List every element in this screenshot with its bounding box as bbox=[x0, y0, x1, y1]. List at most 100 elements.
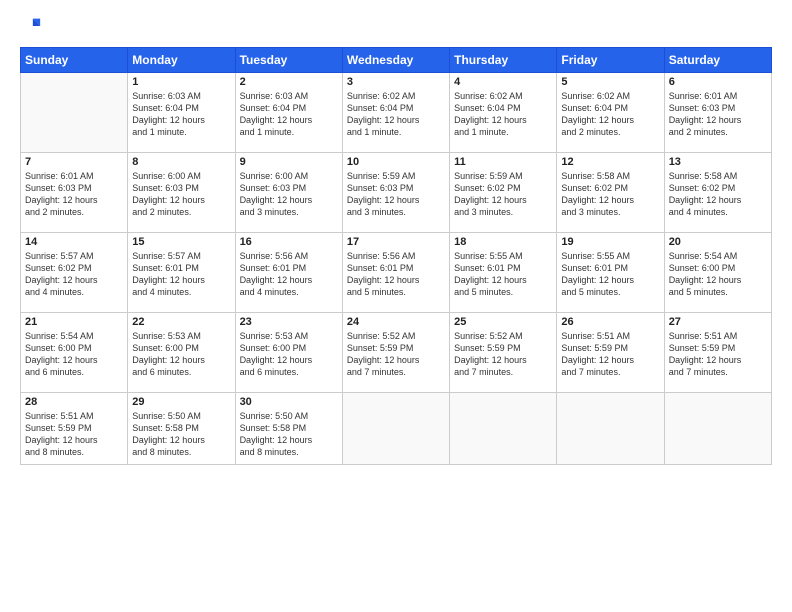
day-number: 5 bbox=[561, 76, 659, 88]
day-number: 7 bbox=[25, 156, 123, 168]
day-number: 17 bbox=[347, 236, 445, 248]
day-info: Sunrise: 6:00 AMSunset: 6:03 PMDaylight:… bbox=[132, 170, 230, 219]
day-info: Sunrise: 5:52 AMSunset: 5:59 PMDaylight:… bbox=[454, 330, 552, 379]
logo bbox=[20, 15, 46, 37]
week-row-5: 28 Sunrise: 5:51 AMSunset: 5:59 PMDayligh… bbox=[21, 393, 772, 465]
calendar-cell: 20Sunrise: 5:54 AMSunset: 6:00 PMDayligh… bbox=[664, 233, 771, 313]
calendar-cell: 14Sunrise: 5:57 AMSunset: 6:02 PMDayligh… bbox=[21, 233, 128, 313]
week-row-2: 7 Sunrise: 6:01 AMSunset: 6:03 PMDaylight… bbox=[21, 153, 772, 233]
day-number: 3 bbox=[347, 76, 445, 88]
day-info: Sunrise: 5:50 AMSunset: 5:58 PMDaylight:… bbox=[132, 410, 230, 459]
calendar-cell: 17 Sunrise: 5:56 AMSunset: 6:01 PMDayligh… bbox=[342, 233, 449, 313]
day-info: Sunrise: 5:54 AMSunset: 6:00 PMDaylight:… bbox=[25, 330, 123, 379]
calendar-cell: 2Sunrise: 6:03 AMSunset: 6:04 PMDaylight… bbox=[235, 73, 342, 153]
calendar-cell: 21 Sunrise: 5:54 AMSunset: 6:00 PMDayligh… bbox=[21, 313, 128, 393]
calendar-cell: 6Sunrise: 6:01 AMSunset: 6:03 PMDaylight… bbox=[664, 73, 771, 153]
day-info: Sunrise: 5:56 AMSunset: 6:01 PMDaylight:… bbox=[240, 250, 338, 299]
week-row-3: 14Sunrise: 5:57 AMSunset: 6:02 PMDayligh… bbox=[21, 233, 772, 313]
calendar-cell: 8 Sunrise: 6:00 AMSunset: 6:03 PMDaylight… bbox=[128, 153, 235, 233]
day-number: 22 bbox=[132, 316, 230, 328]
day-number: 11 bbox=[454, 156, 552, 168]
day-info: Sunrise: 5:59 AMSunset: 6:03 PMDaylight:… bbox=[347, 170, 445, 219]
day-number: 13 bbox=[669, 156, 767, 168]
day-info: Sunrise: 6:03 AMSunset: 6:04 PMDaylight:… bbox=[132, 90, 230, 139]
day-info: Sunrise: 5:51 AMSunset: 5:59 PMDaylight:… bbox=[561, 330, 659, 379]
day-number: 21 bbox=[25, 316, 123, 328]
weekday-header-friday: Friday bbox=[557, 48, 664, 73]
day-info: Sunrise: 5:51 AMSunset: 5:59 PMDaylight:… bbox=[669, 330, 767, 379]
day-number: 14 bbox=[25, 236, 123, 248]
day-number: 28 bbox=[25, 396, 123, 408]
day-info: Sunrise: 5:55 AMSunset: 6:01 PMDaylight:… bbox=[561, 250, 659, 299]
day-info: Sunrise: 5:59 AMSunset: 6:02 PMDaylight:… bbox=[454, 170, 552, 219]
weekday-header-row: SundayMondayTuesdayWednesdayThursdayFrid… bbox=[21, 48, 772, 73]
calendar-cell: 10 Sunrise: 5:59 AMSunset: 6:03 PMDayligh… bbox=[342, 153, 449, 233]
day-number: 12 bbox=[561, 156, 659, 168]
calendar-cell: 1 Sunrise: 6:03 AMSunset: 6:04 PMDaylight… bbox=[128, 73, 235, 153]
day-number: 27 bbox=[669, 316, 767, 328]
calendar-header: SundayMondayTuesdayWednesdayThursdayFrid… bbox=[21, 48, 772, 73]
day-info: Sunrise: 6:00 AMSunset: 6:03 PMDaylight:… bbox=[240, 170, 338, 219]
calendar-cell: 22 Sunrise: 5:53 AMSunset: 6:00 PMDayligh… bbox=[128, 313, 235, 393]
calendar-cell bbox=[342, 393, 449, 465]
day-info: Sunrise: 5:50 AMSunset: 5:58 PMDaylight:… bbox=[240, 410, 338, 459]
calendar-cell: 9 Sunrise: 6:00 AMSunset: 6:03 PMDaylight… bbox=[235, 153, 342, 233]
calendar-cell: 24 Sunrise: 5:52 AMSunset: 5:59 PMDayligh… bbox=[342, 313, 449, 393]
calendar-cell: 12 Sunrise: 5:58 AMSunset: 6:02 PMDayligh… bbox=[557, 153, 664, 233]
calendar-cell: 5 Sunrise: 6:02 AMSunset: 6:04 PMDaylight… bbox=[557, 73, 664, 153]
calendar-cell: 18Sunrise: 5:55 AMSunset: 6:01 PMDayligh… bbox=[450, 233, 557, 313]
calendar-cell: 7 Sunrise: 6:01 AMSunset: 6:03 PMDaylight… bbox=[21, 153, 128, 233]
day-info: Sunrise: 6:02 AMSunset: 6:04 PMDaylight:… bbox=[561, 90, 659, 139]
calendar-cell: 30 Sunrise: 5:50 AMSunset: 5:58 PMDayligh… bbox=[235, 393, 342, 465]
day-number: 9 bbox=[240, 156, 338, 168]
day-number: 1 bbox=[132, 76, 230, 88]
day-number: 25 bbox=[454, 316, 552, 328]
day-info: Sunrise: 6:01 AMSunset: 6:03 PMDaylight:… bbox=[25, 170, 123, 219]
day-info: Sunrise: 5:56 AMSunset: 6:01 PMDaylight:… bbox=[347, 250, 445, 299]
day-number: 24 bbox=[347, 316, 445, 328]
weekday-header-tuesday: Tuesday bbox=[235, 48, 342, 73]
day-info: Sunrise: 5:57 AMSunset: 6:01 PMDaylight:… bbox=[132, 250, 230, 299]
calendar-cell: 11 Sunrise: 5:59 AMSunset: 6:02 PMDayligh… bbox=[450, 153, 557, 233]
day-info: Sunrise: 5:58 AMSunset: 6:02 PMDaylight:… bbox=[561, 170, 659, 219]
weekday-header-saturday: Saturday bbox=[664, 48, 771, 73]
day-info: Sunrise: 5:53 AMSunset: 6:00 PMDaylight:… bbox=[240, 330, 338, 379]
calendar-cell: 27 Sunrise: 5:51 AMSunset: 5:59 PMDayligh… bbox=[664, 313, 771, 393]
calendar-cell bbox=[21, 73, 128, 153]
day-info: Sunrise: 5:54 AMSunset: 6:00 PMDaylight:… bbox=[669, 250, 767, 299]
calendar-cell: 3 Sunrise: 6:02 AMSunset: 6:04 PMDaylight… bbox=[342, 73, 449, 153]
day-number: 10 bbox=[347, 156, 445, 168]
day-number: 18 bbox=[454, 236, 552, 248]
calendar-cell: 29 Sunrise: 5:50 AMSunset: 5:58 PMDayligh… bbox=[128, 393, 235, 465]
logo-icon bbox=[20, 15, 42, 37]
calendar-cell: 4Sunrise: 6:02 AMSunset: 6:04 PMDaylight… bbox=[450, 73, 557, 153]
day-info: Sunrise: 5:58 AMSunset: 6:02 PMDaylight:… bbox=[669, 170, 767, 219]
day-info: Sunrise: 5:52 AMSunset: 5:59 PMDaylight:… bbox=[347, 330, 445, 379]
calendar-cell: 13 Sunrise: 5:58 AMSunset: 6:02 PMDayligh… bbox=[664, 153, 771, 233]
day-number: 16 bbox=[240, 236, 338, 248]
calendar-cell: 16 Sunrise: 5:56 AMSunset: 6:01 PMDayligh… bbox=[235, 233, 342, 313]
weekday-header-thursday: Thursday bbox=[450, 48, 557, 73]
calendar-cell: 28 Sunrise: 5:51 AMSunset: 5:59 PMDayligh… bbox=[21, 393, 128, 465]
week-row-4: 21 Sunrise: 5:54 AMSunset: 6:00 PMDayligh… bbox=[21, 313, 772, 393]
calendar-cell bbox=[557, 393, 664, 465]
day-number: 8 bbox=[132, 156, 230, 168]
day-info: Sunrise: 6:01 AMSunset: 6:03 PMDaylight:… bbox=[669, 90, 767, 139]
calendar-cell: 23 Sunrise: 5:53 AMSunset: 6:00 PMDayligh… bbox=[235, 313, 342, 393]
day-number: 23 bbox=[240, 316, 338, 328]
calendar-body: 1 Sunrise: 6:03 AMSunset: 6:04 PMDaylight… bbox=[21, 73, 772, 465]
calendar-cell: 15 Sunrise: 5:57 AMSunset: 6:01 PMDayligh… bbox=[128, 233, 235, 313]
calendar: SundayMondayTuesdayWednesdayThursdayFrid… bbox=[20, 47, 772, 465]
calendar-cell: 19Sunrise: 5:55 AMSunset: 6:01 PMDayligh… bbox=[557, 233, 664, 313]
day-number: 15 bbox=[132, 236, 230, 248]
day-number: 29 bbox=[132, 396, 230, 408]
day-info: Sunrise: 6:02 AMSunset: 6:04 PMDaylight:… bbox=[347, 90, 445, 139]
calendar-cell: 26 Sunrise: 5:51 AMSunset: 5:59 PMDayligh… bbox=[557, 313, 664, 393]
calendar-cell bbox=[664, 393, 771, 465]
day-number: 26 bbox=[561, 316, 659, 328]
calendar-cell bbox=[450, 393, 557, 465]
day-info: Sunrise: 5:53 AMSunset: 6:00 PMDaylight:… bbox=[132, 330, 230, 379]
day-info: Sunrise: 5:51 AMSunset: 5:59 PMDaylight:… bbox=[25, 410, 123, 459]
page: SundayMondayTuesdayWednesdayThursdayFrid… bbox=[0, 0, 792, 612]
day-number: 30 bbox=[240, 396, 338, 408]
